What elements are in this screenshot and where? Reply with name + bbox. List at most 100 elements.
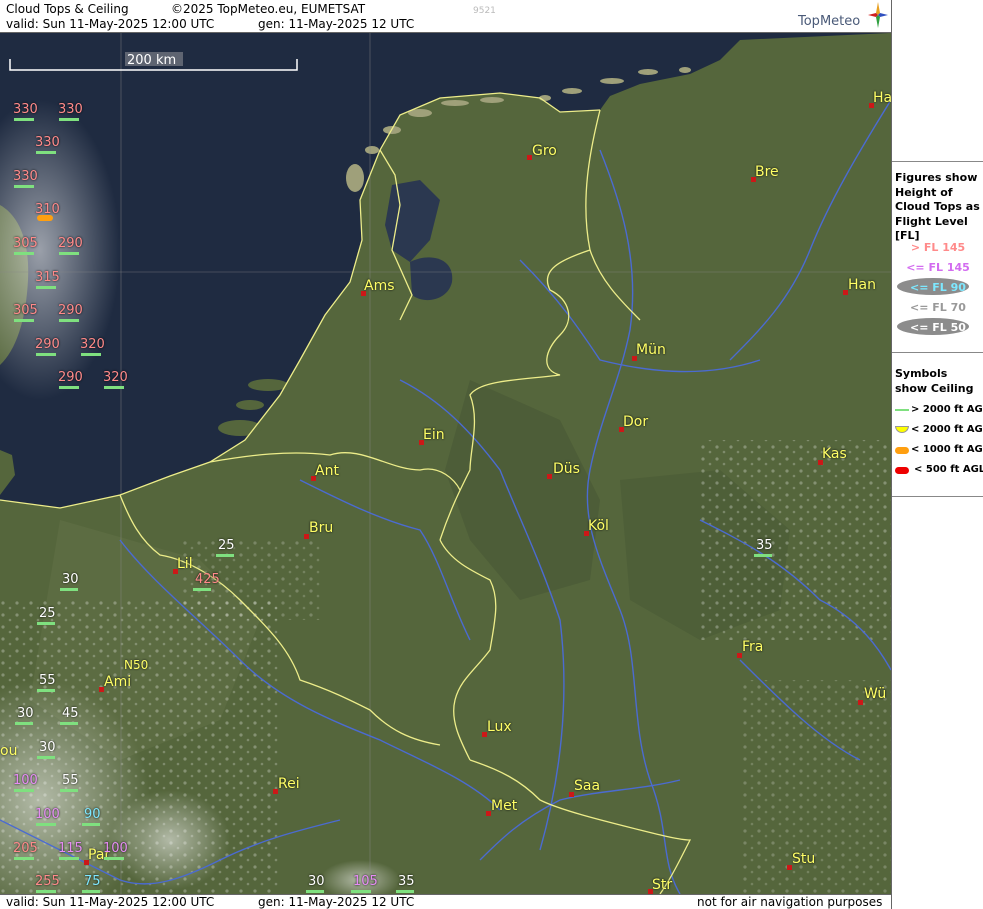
city-dot	[547, 474, 552, 479]
city-label-gro[interactable]: Gro	[532, 143, 557, 159]
ceiling-symbol-above-2000	[37, 689, 55, 692]
ceiling-symbol-above-2000	[14, 319, 34, 322]
ceiling-legend-line-icon	[895, 409, 909, 411]
ceiling-symbol-above-2000	[36, 890, 56, 893]
city-label-ant[interactable]: Ant	[315, 463, 339, 479]
cloud-top-figure: 205	[13, 841, 38, 856]
ceiling-symbol-above-2000	[306, 890, 324, 893]
city-label-mun[interactable]: Mün	[636, 342, 666, 358]
city-label-bru[interactable]: Bru	[309, 520, 333, 536]
ceiling-symbol-above-2000	[36, 823, 56, 826]
cloud-top-figure: 90	[84, 807, 101, 822]
city-label-fra[interactable]: Fra	[742, 639, 763, 655]
city-label-han[interactable]: Han	[848, 277, 876, 293]
cloud-top-figure: 290	[35, 337, 60, 352]
copyright-text: ©2025 TopMeteo.eu, EUMETSAT	[171, 2, 366, 16]
cloud-top-figure: 105	[353, 874, 378, 889]
ceiling-symbol-above-2000	[37, 622, 55, 625]
city-label-ha[interactable]: Ha	[873, 90, 891, 106]
city-label-ams[interactable]: Ams	[364, 278, 395, 294]
cloud-top-figure: 305	[13, 303, 38, 318]
cloud-top-figure: 25	[218, 538, 235, 553]
cloud-top-figure: 330	[13, 169, 38, 184]
city-label-kas[interactable]: Kas	[822, 446, 847, 462]
ceiling-symbol-below-1000	[37, 215, 53, 221]
legend-panel: Figures show Height of Cloud Tops as Fli…	[891, 0, 983, 909]
ceiling-symbol-above-2000	[81, 353, 101, 356]
cloud-top-figure: 315	[35, 270, 60, 285]
city-label-ami[interactable]: Ami	[104, 674, 131, 690]
legend-divider	[892, 496, 983, 497]
legend-ceiling-below-500: < 500 ft AGL	[914, 464, 983, 475]
cloud-top-figure: 30	[17, 706, 34, 721]
scale-bar-label: 200 km	[127, 53, 177, 68]
cloud-top-figure: 320	[103, 370, 128, 385]
ceiling-legend-half-icon	[895, 426, 909, 433]
footer-generated-time: gen: 11-May-2025 12 UTC	[258, 895, 415, 909]
topmeteo-logo: TopMeteo	[798, 14, 861, 29]
cloud-top-figure: 290	[58, 303, 83, 318]
ceiling-symbol-above-2000	[59, 118, 79, 121]
cloud-top-figure: 30	[308, 874, 325, 889]
map-footer: valid: Sun 11-May-2025 12:00 UTC gen: 11…	[0, 894, 891, 909]
city-label-rei[interactable]: Rei	[278, 776, 300, 792]
ceiling-symbol-above-2000	[59, 386, 79, 389]
legend-level-90: <= FL 90	[910, 281, 966, 294]
ceiling-symbol-above-2000	[193, 588, 211, 591]
ceiling-symbol-above-2000	[14, 789, 34, 792]
ceiling-symbol-above-2000	[59, 857, 79, 860]
compass-star-icon	[868, 2, 888, 28]
ceiling-symbol-above-2000	[82, 823, 100, 826]
ceiling-symbol-above-2000	[36, 353, 56, 356]
map-title: Cloud Tops & Ceiling	[6, 2, 129, 16]
cloud-top-figure: 45	[62, 706, 79, 721]
ceiling-symbol-above-2000	[60, 722, 78, 725]
ceiling-symbol-above-2000	[396, 890, 414, 893]
latitude-label: N50	[124, 658, 149, 672]
city-label-lil[interactable]: Lil	[177, 556, 193, 572]
ceiling-symbol-above-2000	[14, 118, 34, 121]
cloud-top-figure: 30	[39, 740, 56, 755]
ceiling-symbol-above-2000	[14, 185, 34, 188]
cloud-top-figure: 100	[103, 841, 128, 856]
cloud-top-figure: 330	[35, 135, 60, 150]
ceiling-legend-orange-icon	[895, 447, 909, 454]
city-label-kol[interactable]: Köl	[588, 518, 609, 534]
cloud-top-figure: 115	[58, 841, 83, 856]
disclaimer-text: not for air navigation purposes	[697, 895, 883, 909]
legend-level-70: <= FL 70	[910, 301, 966, 314]
city-label-ein[interactable]: Ein	[423, 427, 445, 443]
cloud-top-figure: 35	[756, 538, 773, 553]
city-label-dus[interactable]: Düs	[553, 461, 580, 477]
city-label-str[interactable]: Str	[652, 877, 672, 893]
ceiling-symbol-above-2000	[36, 286, 56, 289]
ceiling-symbol-above-2000	[60, 789, 78, 792]
ceiling-symbol-above-2000	[104, 386, 124, 389]
city-label-met[interactable]: Met	[491, 798, 517, 814]
cloud-top-figure: 30	[62, 572, 79, 587]
city-label-saa[interactable]: Saa	[574, 778, 600, 794]
legend-level-145: <= FL 145	[906, 261, 970, 274]
legend-ceiling-above-2000: > 2000 ft AGL	[911, 404, 983, 415]
cloud-top-figure: 305	[13, 236, 38, 251]
ceiling-symbol-above-2000	[104, 857, 124, 860]
city-label-stu[interactable]: Stu	[792, 851, 815, 867]
city-label-dor[interactable]: Dor	[623, 414, 648, 430]
city-dot	[858, 700, 863, 705]
map-header: Cloud Tops & Ceiling ©2025 TopMeteo.eu, …	[0, 0, 891, 33]
ceiling-symbol-above-2000	[14, 252, 34, 255]
ceiling-symbol-above-2000	[59, 319, 79, 322]
city-label-wu[interactable]: Wü	[864, 686, 886, 702]
cloud-top-figure: 330	[58, 102, 83, 117]
ceiling-symbol-above-2000	[351, 890, 371, 893]
cloud-top-figure: 55	[62, 773, 79, 788]
city-label-bre[interactable]: Bre	[755, 164, 779, 180]
satellite-map[interactable]: 200 km Gro Bre Ha Ams Han Mün Dor Ein An…	[0, 33, 891, 894]
ceiling-symbol-above-2000	[82, 890, 100, 893]
ceiling-symbol-above-2000	[14, 857, 34, 860]
city-label-lux[interactable]: Lux	[487, 719, 512, 735]
cloud-top-figure: 330	[13, 102, 38, 117]
legend-symbols-title: Symbols show Ceiling	[895, 367, 974, 395]
city-label-ou[interactable]: ou	[0, 743, 17, 759]
cloud-top-figure: 25	[39, 606, 56, 621]
